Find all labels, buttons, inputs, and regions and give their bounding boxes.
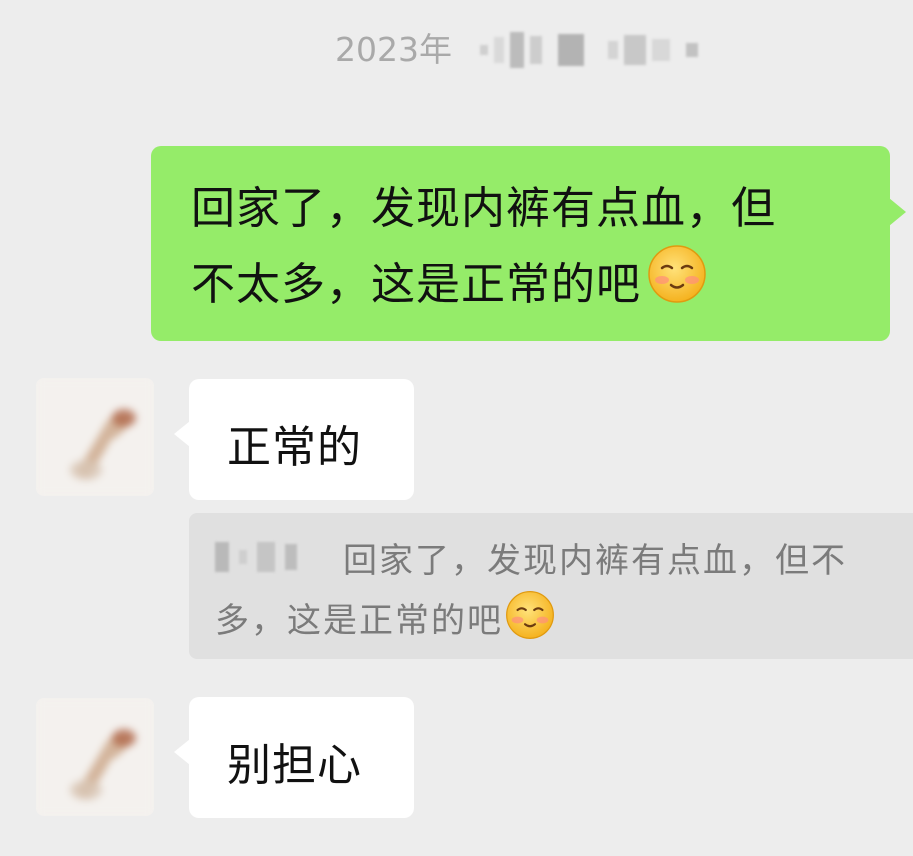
timestamp-year: 2023年: [335, 30, 452, 69]
chat-view: 2023年 回家了，发现内裤有点血，但 不太多，这是正常的吧 正常的 回家了，发…: [0, 0, 913, 856]
shy-smile-emoji-icon: [647, 244, 707, 325]
quoted-text-line-1: 回家了，发现内裤有点血，但不: [343, 540, 847, 581]
quoted-sender-redacted: [215, 542, 297, 572]
contact-avatar[interactable]: [36, 378, 154, 496]
outgoing-message-line-2: 不太多，这是正常的吧: [191, 258, 641, 310]
chat-timestamp: 2023年: [335, 28, 698, 72]
shy-smile-emoji-icon: [505, 590, 555, 644]
outgoing-message-line-1: 回家了，发现内裤有点血，但: [191, 183, 776, 234]
quoted-text-line-2: 多，这是正常的吧: [215, 600, 503, 641]
outgoing-message-bubble[interactable]: 回家了，发现内裤有点血，但 不太多，这是正常的吧: [151, 146, 906, 341]
quoted-message[interactable]: 回家了，发现内裤有点血，但不 多，这是正常的吧: [189, 513, 913, 659]
incoming-message-bubble[interactable]: 别担心: [174, 697, 414, 818]
incoming-message-bubble[interactable]: 正常的: [174, 379, 414, 500]
contact-avatar[interactable]: [36, 698, 154, 816]
timestamp-redacted: [479, 32, 698, 68]
incoming-message-text: 正常的: [227, 422, 362, 473]
incoming-message-text: 别担心: [227, 740, 362, 791]
